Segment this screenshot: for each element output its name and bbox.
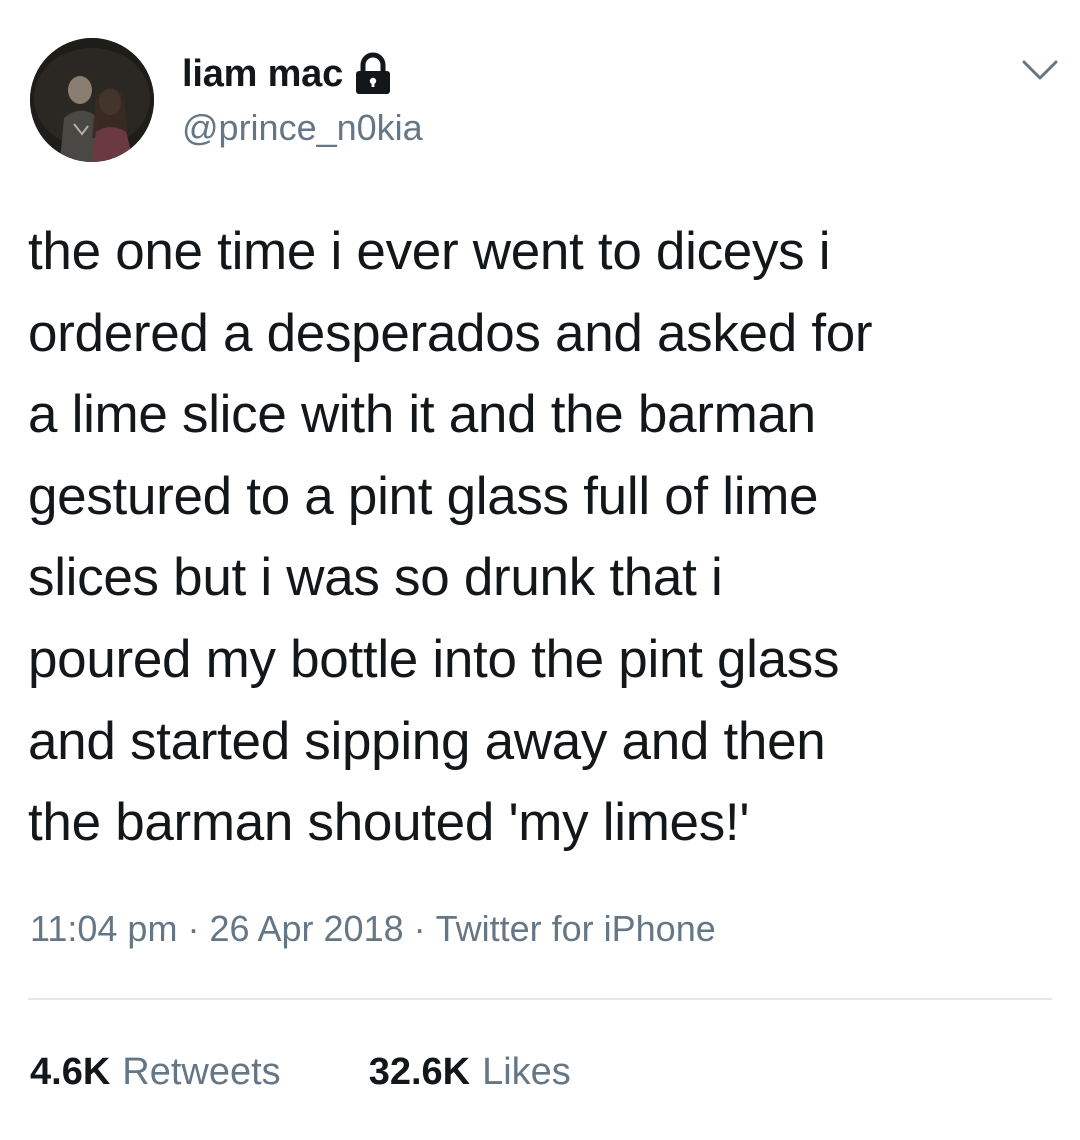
name-row: liam mac [182,50,393,98]
tweet-date[interactable]: 26 Apr 2018 [209,908,403,949]
retweets-count: 4.6K [30,1051,111,1093]
meta-separator: · [187,908,200,949]
chevron-down-icon[interactable] [1020,56,1060,84]
tweet-time[interactable]: 11:04 pm [30,908,177,949]
meta-separator: · [413,908,426,949]
tweet-text: the one time i ever went to diceys i ord… [28,222,873,853]
likes-stat[interactable]: 32.6K Likes [369,1046,571,1098]
display-name[interactable]: liam mac [182,50,343,98]
retweets-label: Retweets [122,1051,281,1093]
likes-label: Likes [482,1051,571,1093]
tweet-source[interactable]: Twitter for iPhone [436,908,716,949]
tweet-card: liam mac @prince_n0kia the one time i ev… [0,0,1080,1140]
tweet-meta: 11:04 pm · 26 Apr 2018 · Twitter for iPhone [30,904,716,954]
retweets-stat[interactable]: 4.6K Retweets [30,1046,281,1098]
user-handle[interactable]: @prince_n0kia [182,106,423,150]
divider [28,998,1052,1000]
likes-count: 32.6K [368,1051,471,1093]
tweet-stats: 4.6K Retweets 32.6K Likes [30,1046,571,1098]
avatar[interactable] [30,38,154,162]
avatar-photo [30,38,154,162]
tweet-header: liam mac @prince_n0kia [30,38,1060,164]
lock-icon [353,52,393,96]
